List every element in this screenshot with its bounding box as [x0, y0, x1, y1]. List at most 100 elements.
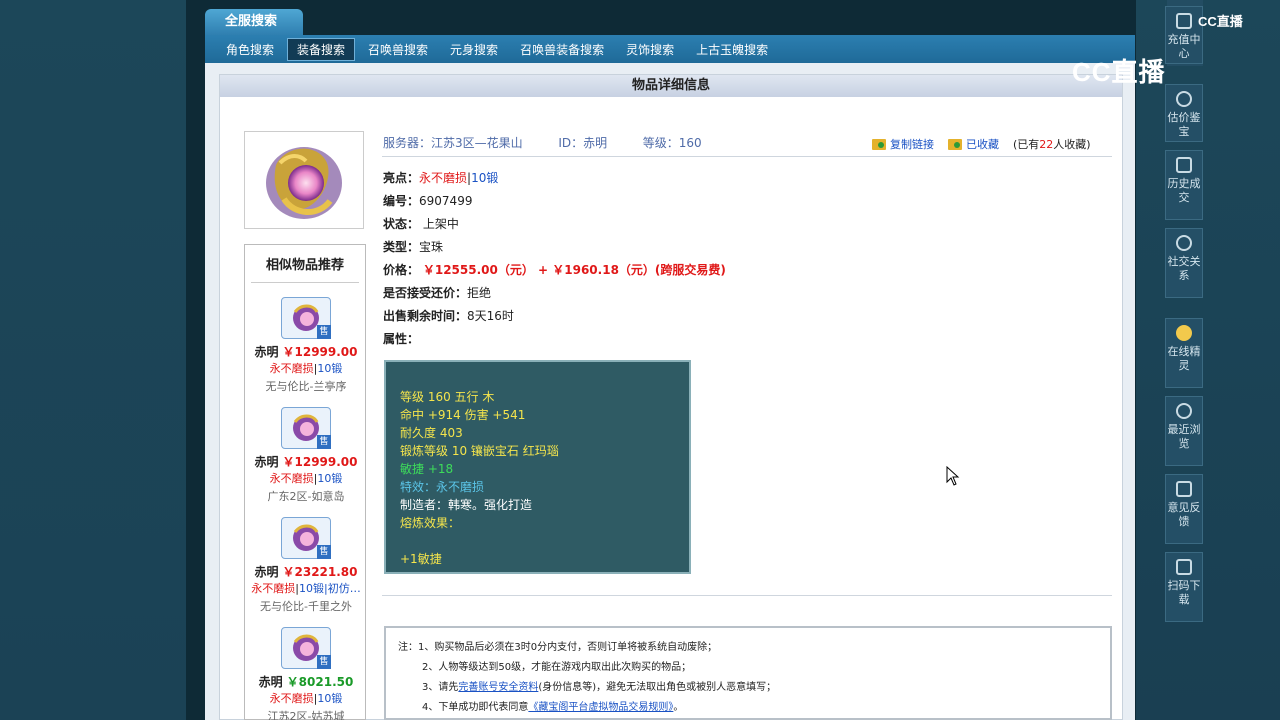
serial-label: 编号：	[383, 194, 420, 208]
subtab-yupo-search[interactable]: 上古玉魄搜索	[687, 39, 777, 60]
trade-rules-link[interactable]: 《藏宝阁平台虚拟物品交易规则》	[528, 702, 673, 713]
level-value: 160	[678, 136, 702, 150]
subtab-pet-search[interactable]: 召唤兽搜索	[359, 39, 437, 60]
sidebar-item-label: 估价鉴宝	[1167, 111, 1201, 138]
divider	[382, 595, 1112, 596]
sell-badge: 售	[317, 655, 331, 669]
similar-item-name: 赤明	[258, 675, 283, 689]
highlight-tag: 永不磨损	[419, 171, 468, 185]
similar-item-tag: 永不磨损	[269, 472, 314, 485]
sidebar-item-label: 充值中心	[1167, 33, 1201, 60]
highlight-label: 亮点：	[383, 171, 420, 185]
edit-icon	[1176, 481, 1192, 497]
sidebar-item-download[interactable]: 扫码下载	[1165, 552, 1203, 622]
sidebar-item-label: 最近浏览	[1167, 423, 1201, 450]
similar-item[interactable]: 售 赤明 ￥23221.80 永不磨损|10锻|初仿… 无与伦比-千里之外	[245, 517, 367, 614]
similar-item-tag: 10锻	[317, 362, 343, 375]
cc-live-watermark-small: CC直播	[1198, 14, 1243, 29]
sell-badge: 售	[317, 435, 331, 449]
price-label: 价格：	[383, 263, 420, 277]
collect-prefix: (已有	[1013, 138, 1040, 151]
right-background	[1136, 0, 1280, 720]
remaining-row: 出售剩余时间：8天16时	[383, 307, 514, 324]
bargain-value: 拒绝	[467, 286, 492, 300]
attr-line: 命中 +914 伤害 +541	[400, 408, 526, 422]
similar-item-price: ￥8021.50	[286, 675, 354, 689]
note-line: 3、请先	[422, 682, 459, 693]
attr-line: 制造者：韩寒。强化打造	[400, 498, 533, 512]
sidebar-item-history[interactable]: 历史成交	[1165, 150, 1203, 220]
serial-value: 6907499	[419, 194, 473, 208]
similar-items-box: 相似物品推荐 售 赤明 ￥12999.00 永不磨损|10锻 无与伦比-兰亭序 售…	[244, 244, 366, 720]
sub-nav: 角色搜索 装备搜索 召唤兽搜索 元身搜索 召唤兽装备搜索 灵饰搜索 上古玉魄搜索	[205, 35, 1135, 63]
sidebar-item-social[interactable]: 社交关系	[1165, 228, 1203, 298]
note-line: 1、购买物品后必须在3时0分内支付，否则订单将被系统自动废除；	[418, 642, 718, 653]
similar-item-thumb[interactable]: 售	[281, 627, 331, 669]
sidebar-item-label: 在线精灵	[1167, 345, 1201, 372]
attr-line: 等级 160 五行 木	[400, 390, 495, 404]
sidebar-item-assistant[interactable]: 在线精灵	[1165, 318, 1203, 388]
server-info: 服务器：江苏3区—花果山 ID：赤明 等级：160	[383, 134, 702, 151]
subtab-pet-equipment-search[interactable]: 召唤兽装备搜索	[511, 39, 613, 60]
server-value: 江苏3区—花果山	[431, 136, 523, 150]
account-security-link[interactable]: 完善账号安全资料	[458, 682, 538, 693]
similar-item-thumb[interactable]: 售	[281, 297, 331, 339]
similar-item-tag: 10锻	[317, 692, 343, 705]
clock-icon	[1176, 403, 1192, 419]
sidebar-item-label: 意见反馈	[1167, 501, 1201, 528]
folder-icon	[948, 138, 962, 150]
sidebar-item-feedback[interactable]: 意见反馈	[1165, 474, 1203, 544]
subtab-lingshi-search[interactable]: 灵饰搜索	[617, 39, 683, 60]
similar-item[interactable]: 售 赤明 ￥12999.00 永不磨损|10锻 无与伦比-兰亭序	[245, 297, 367, 394]
copy-link-button[interactable]: 复制链接	[872, 136, 934, 152]
sidebar-item-appraise[interactable]: 估价鉴宝	[1165, 84, 1203, 142]
id-label: ID：	[558, 136, 584, 150]
serial-row: 编号：6907499	[383, 192, 472, 209]
similar-item-price: ￥12999.00	[282, 345, 358, 359]
similar-item-tag: 永不磨损	[269, 362, 314, 375]
sell-badge: 售	[317, 325, 331, 339]
tab-global-search[interactable]: 全服搜索	[205, 9, 303, 35]
cc-live-watermark: CC直播	[1072, 57, 1166, 87]
similar-item-tag-extra: |初仿…	[324, 582, 361, 595]
similar-item-name: 赤明	[254, 345, 279, 359]
status-label: 状态：	[383, 217, 420, 231]
price-value: ￥12555.00（元） + ￥1960.18（元）(跨服交易费)	[422, 263, 726, 277]
subtab-yuanshen-search[interactable]: 元身搜索	[441, 39, 507, 60]
notes-box: 注：1、购买物品后必须在3时0分内支付，否则订单将被系统自动废除； 2、人物等级…	[384, 626, 1112, 720]
scan-icon	[1176, 559, 1192, 575]
similar-items-title: 相似物品推荐	[251, 245, 359, 283]
sidebar-item-recent[interactable]: 最近浏览	[1165, 396, 1203, 466]
sidebar-item-label: 社交关系	[1167, 255, 1201, 282]
bargain-label: 是否接受还价：	[383, 286, 468, 300]
similar-item-tag: 10锻	[299, 582, 324, 595]
similar-item-thumb[interactable]: 售	[281, 517, 331, 559]
sprite-icon	[1176, 325, 1192, 341]
note-line: 2、人物等级达到50级，才能在游戏内取出此次购买的物品；	[422, 662, 692, 673]
detail-header: 物品详细信息	[220, 75, 1122, 97]
subtab-role-search[interactable]: 角色搜索	[217, 39, 283, 60]
attr-line: +1敏捷	[400, 552, 442, 566]
subtab-equipment-search[interactable]: 装备搜索	[287, 37, 356, 61]
attr-line: 敏捷 +18	[400, 462, 454, 476]
collect-count: 22	[1039, 138, 1054, 151]
similar-item-name: 赤明	[254, 455, 279, 469]
attribute-box: 等级 160 五行 木 命中 +914 伤害 +541 耐久度 403 锻炼等级…	[384, 360, 691, 574]
similar-item-thumb[interactable]: 售	[281, 407, 331, 449]
similar-item-server: 江苏2区-姑苏城	[267, 710, 345, 720]
level-label: 等级：	[642, 136, 679, 150]
status-value: 上架中	[422, 217, 459, 231]
bargain-row: 是否接受还价：拒绝	[383, 284, 491, 301]
sidebar-item-label: 扫码下载	[1167, 579, 1201, 606]
similar-item[interactable]: 售 赤明 ￥8021.50 永不磨损|10锻 江苏2区-姑苏城	[245, 627, 367, 720]
collect-button[interactable]: 已收藏	[948, 136, 999, 152]
similar-item-price: ￥23221.80	[282, 565, 358, 579]
id-value: 赤明	[583, 136, 608, 150]
collect-label: 已收藏	[966, 138, 999, 151]
price-row: 价格： ￥12555.00（元） + ￥1960.18（元）(跨服交易费)	[383, 261, 726, 278]
similar-item-server: 广东2区-如意岛	[267, 490, 345, 503]
shield-icon	[1176, 157, 1192, 173]
note-line: 。	[673, 702, 684, 713]
highlight-row: 亮点：永不磨损|10锻	[383, 169, 498, 186]
similar-item[interactable]: 售 赤明 ￥12999.00 永不磨损|10锻 广东2区-如意岛	[245, 407, 367, 504]
